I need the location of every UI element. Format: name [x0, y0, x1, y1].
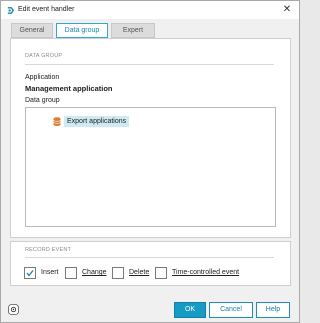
title-bar: Edit event handler ✕ [1, 1, 299, 19]
change-label[interactable]: Change [82, 269, 107, 276]
cancel-button[interactable]: Cancel [209, 302, 253, 318]
insert-label[interactable]: Insert [41, 269, 59, 276]
info-icon[interactable] [8, 304, 19, 315]
data-group-panel: DATA GROUP Application Management applic… [10, 38, 291, 238]
time-controlled-checkbox[interactable] [155, 267, 167, 279]
window-title: Edit event handler [18, 6, 75, 13]
help-button[interactable]: Help [256, 302, 290, 318]
data-group-heading: DATA GROUP [25, 53, 63, 59]
application-label: Application [25, 74, 60, 81]
insert-checkbox[interactable] [24, 267, 36, 279]
data-group-label: Data group [25, 97, 60, 104]
tab-expert[interactable]: Expert [111, 23, 155, 38]
application-value: Management application [25, 84, 113, 93]
close-icon[interactable]: ✕ [281, 4, 293, 16]
data-group-tree[interactable]: Export applications [25, 107, 276, 227]
divider [25, 257, 274, 258]
button-bar: OK Cancel Help [1, 294, 299, 322]
tab-general[interactable]: General [11, 23, 53, 38]
time-controlled-label[interactable]: Time-controlled event [172, 269, 239, 276]
app-icon [7, 7, 15, 14]
delete-checkbox[interactable] [112, 267, 124, 279]
checkmark-icon [26, 270, 34, 277]
record-event-panel: RECORD EVENT Insert Change Delete Time-c… [10, 241, 291, 286]
change-checkbox[interactable] [65, 267, 77, 279]
ok-button[interactable]: OK [174, 302, 206, 318]
record-event-heading: RECORD EVENT [25, 247, 72, 253]
delete-label[interactable]: Delete [129, 269, 149, 276]
database-icon [53, 117, 61, 126]
tab-data-group[interactable]: Data group [56, 23, 108, 38]
divider [25, 64, 274, 65]
tree-item-label: Export applications [64, 116, 130, 127]
dialog-window: Edit event handler ✕ General Data group … [0, 0, 300, 323]
